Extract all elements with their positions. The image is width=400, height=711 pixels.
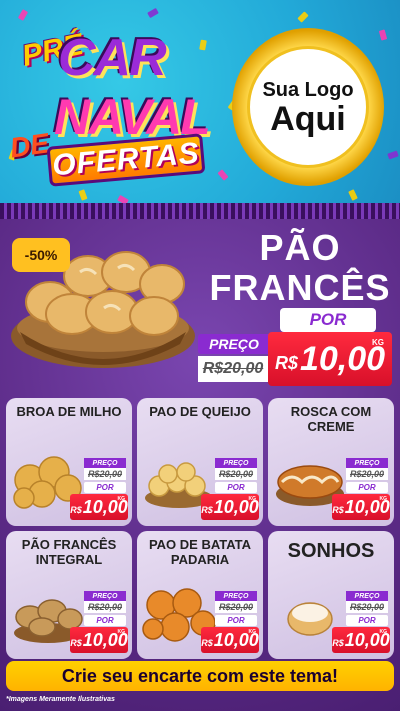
- preco-label: PREÇO: [346, 458, 388, 468]
- hero-unit: KG: [372, 338, 384, 347]
- por-label: POR: [346, 482, 388, 493]
- carnaval-title: PRÉ CAR NAVAL DE OFERTAS: [8, 18, 218, 198]
- hero-old-price: R$20,00: [198, 356, 268, 382]
- price-tag: R$ 10,00 KG: [70, 494, 128, 520]
- price-tag: R$ 10,00 KG: [201, 627, 259, 653]
- currency: R$: [201, 637, 213, 648]
- product-card: BROA DE MILHO PREÇO R$20,00 POR R$ 10,00…: [6, 398, 132, 526]
- cta-button[interactable]: Crie seu encarte com este tema!: [6, 661, 394, 691]
- product-name: ROSCA COM CREME: [290, 404, 372, 434]
- hero-por-label: POR: [280, 308, 376, 332]
- product-card: ROSCA COM CREME PREÇO R$20,00 POR R$ 10,…: [268, 398, 394, 526]
- unit: KG: [379, 496, 388, 502]
- header-banner: PRÉ CAR NAVAL DE OFERTAS Sua Logo Aqui: [0, 0, 400, 205]
- price-tag: R$ 10,00 KG: [332, 494, 390, 520]
- product-card: PAO DE QUEIJO PREÇO R$20,00 POR R$ 10,00…: [137, 398, 263, 526]
- currency: R$: [70, 637, 82, 648]
- hero-price-tag: R$ 10,00 KG: [268, 332, 392, 386]
- product-card: PAO DE BATATA PADARIA PREÇO R$20,00 POR …: [137, 531, 263, 659]
- product-card: PÃO FRANCÊS INTEGRAL PREÇO R$20,00 POR R…: [6, 531, 132, 659]
- por-label: POR: [215, 615, 257, 626]
- por-label: POR: [346, 615, 388, 626]
- unit: KG: [248, 496, 257, 502]
- hero-title-line1: PÃO: [259, 227, 341, 268]
- fringe-decoration: [0, 203, 400, 219]
- product-name: PAO DE QUEIJO: [149, 404, 251, 419]
- title-car: CAR: [58, 29, 167, 87]
- price-tag: R$ 10,00 KG: [332, 627, 390, 653]
- hero-preco-label: PREÇO: [198, 334, 270, 354]
- logo-text-line2: Aqui: [270, 99, 346, 138]
- hero-product-title: PÃO FRANCÊS: [205, 228, 395, 308]
- currency: R$: [332, 637, 344, 648]
- preco-label: PREÇO: [84, 458, 126, 468]
- product-name: PAO DE BATATA PADARIA: [148, 537, 252, 567]
- preco-label: PREÇO: [84, 591, 126, 601]
- title-ofertas: OFERTAS: [51, 136, 201, 183]
- logo-circle: Sua Logo Aqui: [247, 46, 369, 168]
- preco-label: PREÇO: [346, 591, 388, 601]
- old-price: R$20,00: [84, 468, 126, 480]
- por-label: POR: [215, 482, 257, 493]
- logo-text-line1: Sua Logo: [262, 78, 354, 101]
- currency: R$: [70, 504, 82, 515]
- disclaimer-note: *Imagens Meramente Ilustrativas: [6, 696, 115, 703]
- discount-badge: -50%: [12, 238, 70, 272]
- hero-title-line2: FRANCÊS: [209, 267, 391, 308]
- currency: R$: [332, 504, 344, 515]
- unit: KG: [379, 629, 388, 635]
- unit: KG: [117, 629, 126, 635]
- unit: KG: [117, 496, 126, 502]
- preco-label: PREÇO: [215, 458, 257, 468]
- old-price: R$20,00: [84, 601, 126, 613]
- old-price: R$20,00: [215, 468, 257, 480]
- preco-label: PREÇO: [215, 591, 257, 601]
- hero-currency: R$: [274, 352, 298, 373]
- old-price: R$20,00: [346, 601, 388, 613]
- old-price: R$20,00: [215, 601, 257, 613]
- product-name: PÃO FRANCÊS INTEGRAL: [21, 537, 117, 567]
- price-tag: R$ 10,00 KG: [201, 494, 259, 520]
- por-label: POR: [84, 482, 126, 493]
- product-card: SONHOS PREÇO R$20,00 POR R$ 10,00 KG: [268, 531, 394, 659]
- unit: KG: [248, 629, 257, 635]
- product-name: BROA DE MILHO: [16, 404, 122, 419]
- por-label: POR: [84, 615, 126, 626]
- product-name: SONHOS: [287, 540, 375, 562]
- title-de: DE: [7, 127, 51, 164]
- old-price: R$20,00: [346, 468, 388, 480]
- price-tag: R$ 10,00 KG: [70, 627, 128, 653]
- logo-placeholder: Sua Logo Aqui: [232, 28, 384, 186]
- currency: R$: [201, 504, 213, 515]
